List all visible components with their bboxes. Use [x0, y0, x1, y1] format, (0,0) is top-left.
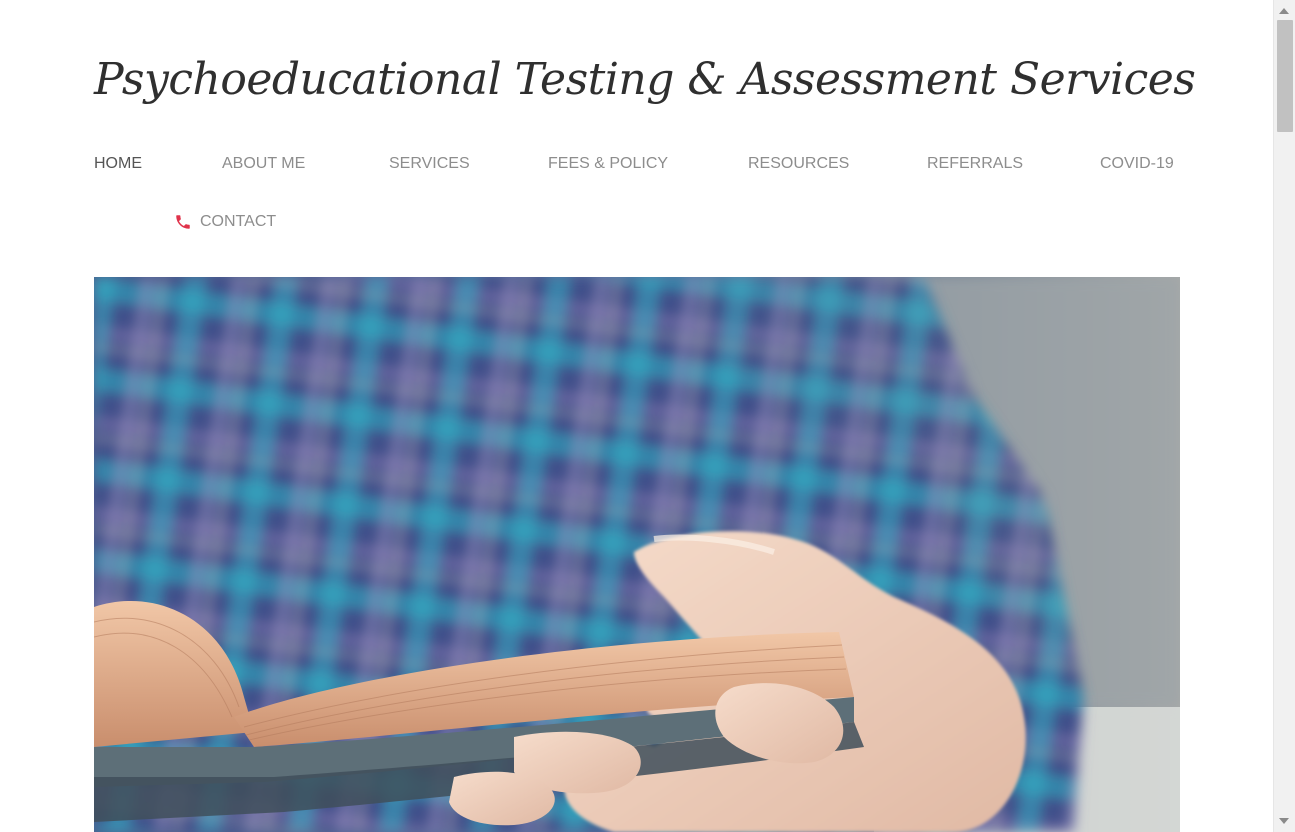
nav-about-me[interactable]: ABOUT ME: [222, 154, 305, 174]
nav-home[interactable]: HOME: [94, 154, 142, 174]
nav-contact-label: CONTACT: [200, 213, 277, 230]
nav-referrals[interactable]: REFERRALS: [927, 154, 1023, 174]
phone-icon: [174, 213, 192, 231]
site-title[interactable]: Psychoeducational Testing & Assessment S…: [94, 50, 1196, 110]
vertical-scrollbar[interactable]: [1273, 0, 1295, 832]
hero-image: [94, 277, 1180, 832]
nav-services[interactable]: SERVICES: [389, 154, 470, 174]
scroll-up-icon[interactable]: [1279, 8, 1289, 14]
nav-fees-policy[interactable]: FEES & POLICY: [548, 154, 668, 174]
nav-resources[interactable]: RESOURCES: [748, 154, 849, 174]
page: Psychoeducational Testing & Assessment S…: [0, 0, 1295, 832]
nav-contact[interactable]: CONTACT: [174, 212, 276, 232]
nav-covid-19[interactable]: COVID-19: [1100, 154, 1174, 174]
scroll-down-icon[interactable]: [1279, 818, 1289, 824]
scrollbar-thumb[interactable]: [1277, 20, 1293, 132]
